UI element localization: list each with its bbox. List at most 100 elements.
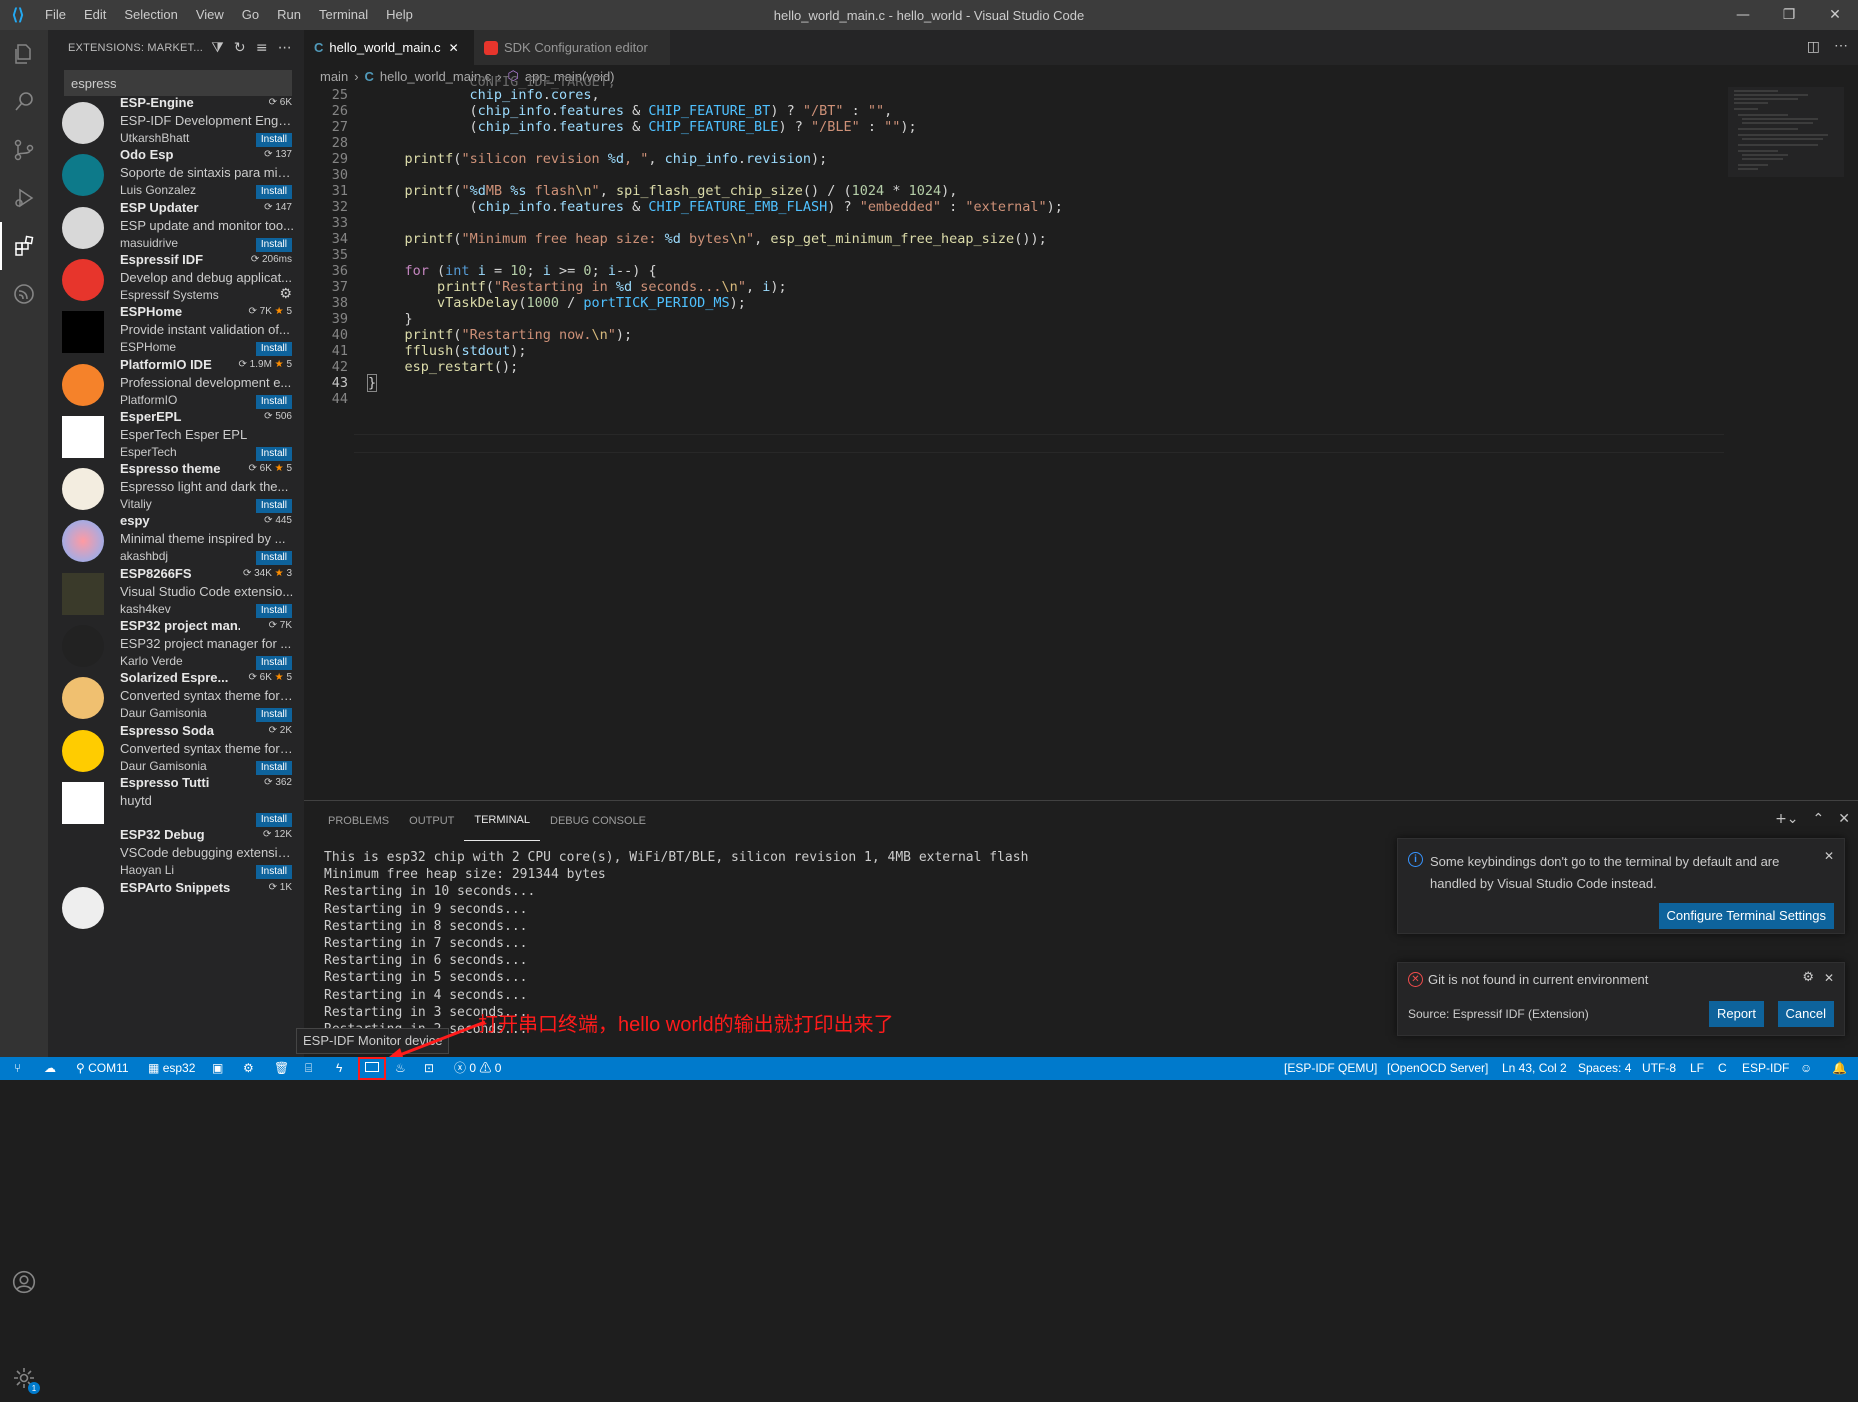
extension-description: Espresso light and dark the... [120, 479, 289, 495]
extension-name: espy [120, 513, 150, 529]
trash-icon[interactable]: 🗑 [274, 1057, 289, 1080]
line-number: 25 [331, 87, 348, 103]
configure-terminal-settings-button[interactable]: Configure Terminal Settings [1658, 903, 1834, 929]
terminal-icon[interactable]: ⊡ [424, 1057, 434, 1080]
extension-description: Minimal theme inspired by ... [120, 531, 286, 547]
extensions-icon[interactable] [0, 222, 48, 270]
download-count: 34K [254, 567, 272, 579]
menu-terminal[interactable]: Terminal [310, 0, 377, 30]
close-notification-icon[interactable]: ✕ [1824, 849, 1834, 863]
tab-output[interactable]: OUTPUT [399, 801, 464, 841]
report-button[interactable]: Report [1708, 1001, 1764, 1027]
notification-settings-icon[interactable]: ⚙ [1802, 970, 1814, 985]
close-panel-icon[interactable]: ✕ [1838, 811, 1850, 827]
extension-name: ESP32 Debug [120, 827, 205, 843]
new-terminal-icon[interactable]: +⌄ [1775, 811, 1798, 827]
tab-terminal[interactable]: TERMINAL [464, 801, 540, 841]
extension-name: ESP-Engine [120, 95, 194, 110]
editor-more-icon[interactable]: ⋯ [1834, 37, 1848, 54]
refresh-icon[interactable]: ↻ [234, 40, 246, 56]
extension-stats: ⟳ 147 [264, 202, 292, 213]
feedback-icon[interactable]: ☺ [1800, 1057, 1812, 1080]
line-number: 30 [331, 167, 348, 183]
clear-icon[interactable]: ≡ [256, 40, 268, 56]
flame-icon[interactable]: ♨ [395, 1057, 406, 1080]
restore-icon[interactable]: ❐ [1766, 0, 1812, 30]
explorer-icon[interactable] [0, 30, 48, 78]
maximize-panel-icon[interactable]: ⌃ [1813, 811, 1825, 827]
extension-name: PlatformIO IDE [120, 356, 212, 372]
qemu-item[interactable]: [ESP-IDF QEMU] [1284, 1057, 1377, 1080]
extension-stats: ⟳ 2K [269, 725, 292, 736]
accounts-icon[interactable] [0, 1258, 48, 1306]
minimize-icon[interactable]: — [1720, 0, 1766, 30]
menu-run[interactable]: Run [268, 0, 310, 30]
extension-stats: ⟳ 34K ★ 3 [243, 568, 292, 579]
code-line: printf("silicon revision %d, ", chip_inf… [404, 151, 828, 167]
extension-stats: ⟳ 206ms [251, 254, 292, 265]
menu-view[interactable]: View [187, 0, 233, 30]
notifications-bell-icon[interactable]: 🔔 [1832, 1057, 1847, 1080]
breadcrumb-folder[interactable]: main [320, 69, 348, 84]
target-item[interactable]: ▦ esp32 [148, 1057, 195, 1080]
port-item[interactable]: ⚲ COM11 [76, 1057, 129, 1080]
close-tab-icon[interactable]: ✕ [449, 41, 459, 55]
extension-description: Provide instant validation of... [120, 322, 290, 338]
flash-icon[interactable]: ϟ [336, 1057, 342, 1080]
cloud-icon[interactable]: ☁ [44, 1057, 56, 1080]
problems-item[interactable]: ⓧ 0 ⚠ 0 [454, 1057, 501, 1080]
search-icon[interactable] [0, 78, 48, 126]
extension-item[interactable]: ESPArto Snippets ⟳ 1K [48, 877, 304, 939]
terminal-line: Restarting in 10 seconds... [324, 884, 536, 900]
star-icon: ★ [271, 358, 287, 370]
line-ending[interactable]: LF [1690, 1057, 1704, 1080]
settings-icon[interactable]: ⚙ [243, 1057, 254, 1080]
tab-problems[interactable]: PROBLEMS [318, 801, 399, 841]
source-control-icon[interactable] [0, 126, 48, 174]
extensions-sidebar: EXTENSIONS: MARKET... ⧩ ↻ ≡ ⋯ espress ES… [48, 30, 304, 1057]
menu-help[interactable]: Help [377, 0, 422, 30]
code-line: } [372, 311, 413, 327]
openocd-item[interactable]: [OpenOCD Server] [1387, 1057, 1488, 1080]
download-count: 506 [275, 410, 292, 422]
menu-edit[interactable]: Edit [75, 0, 115, 30]
download-count: 6K [259, 463, 272, 475]
language-mode[interactable]: C [1718, 1057, 1727, 1080]
extension-name: Espresso Tutti [120, 774, 210, 790]
platformio-icon [62, 363, 104, 406]
extension-settings-icon[interactable]: ⚙ [279, 285, 292, 302]
tab-hello-world-main[interactable]: C hello_world_main.c ✕ [304, 30, 474, 65]
espressif-icon[interactable] [0, 270, 48, 318]
menu-file[interactable]: File [36, 0, 75, 30]
line-number: 37 [331, 279, 348, 295]
sdk-config-icon[interactable]: ▣ [212, 1057, 223, 1080]
esp-engine-icon [62, 102, 104, 144]
filter-icon[interactable]: ⧩ [211, 40, 224, 56]
more-actions-icon[interactable]: ⋯ [278, 40, 292, 56]
activity-bar: 1 [0, 30, 48, 1394]
esper-icon [62, 415, 104, 458]
menu-selection[interactable]: Selection [115, 0, 186, 30]
esp-idf-item[interactable]: ESP-IDF [1742, 1057, 1789, 1080]
tab-sdk-configuration[interactable]: SDK Configuration editor [474, 30, 670, 65]
minimap[interactable] [1728, 87, 1844, 177]
cursor-position[interactable]: Ln 43, Col 2 [1502, 1057, 1567, 1080]
download-icon: ⟳ [268, 97, 280, 108]
tab-debug-console[interactable]: DEBUG CONSOLE [540, 801, 656, 841]
manage-gear-icon[interactable]: 1 [0, 1354, 48, 1402]
run-debug-icon[interactable] [0, 174, 48, 222]
close-window-icon[interactable]: ✕ [1812, 0, 1858, 30]
code-editor[interactable]: CONFIG_IDF_TARGET, 25 26 27 28 29 30 31 32 33 34 3… [304, 74, 1724, 787]
extension-description: ESP-IDF Development Engin... [120, 113, 294, 128]
build-icon[interactable]: ⌸ [305, 1057, 312, 1080]
close-notification-icon[interactable]: ✕ [1824, 971, 1834, 985]
encoding[interactable]: UTF-8 [1642, 1057, 1676, 1080]
indentation[interactable]: Spaces: 4 [1578, 1057, 1631, 1080]
split-editor-icon[interactable]: ◫ [1807, 39, 1820, 55]
remote-icon[interactable]: ⑂ [14, 1057, 21, 1080]
star-icon: ★ [271, 672, 287, 684]
cancel-button[interactable]: Cancel [1777, 1001, 1834, 1027]
menu-go[interactable]: Go [233, 0, 268, 30]
monitor-device-icon[interactable] [358, 1057, 386, 1080]
code-line: printf("%dMB %s flash\n", spi_flash_get_… [404, 183, 958, 199]
